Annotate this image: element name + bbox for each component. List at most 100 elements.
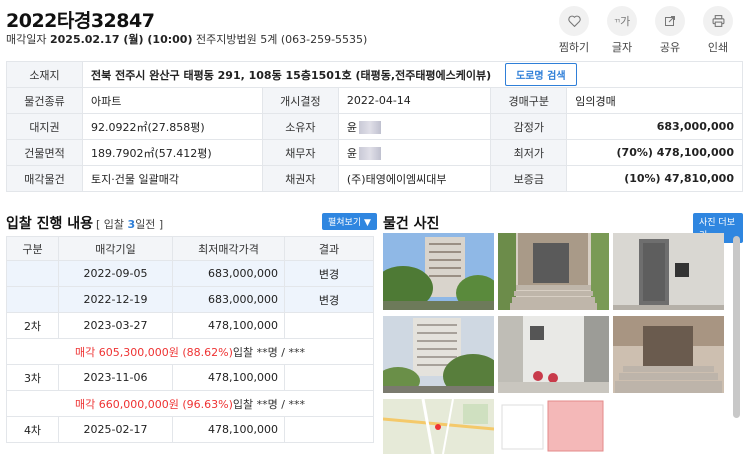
- info-value: 2022-04-14: [337, 87, 492, 114]
- print-label: 인쇄: [707, 41, 729, 54]
- sale-result-row: 매각 605,300,000원 (88.62%)입찰 **명 / ***: [6, 338, 374, 365]
- result-cell: [284, 312, 374, 339]
- info-value: (주)태영에이엠씨대부: [337, 165, 492, 192]
- column-header: 최저매각가격: [172, 236, 285, 261]
- result-cell: 변경: [284, 260, 374, 287]
- info-row: 매각물건 토지·건물 일괄매각 채권자 (주)태영에이엠씨대부 보증금 (10%…: [6, 165, 743, 192]
- sale-price: 매각 660,000,000원 (96.63%): [75, 397, 233, 411]
- map-thumbnail[interactable]: [383, 399, 494, 454]
- date-cell: 2023-03-27: [58, 312, 173, 339]
- font-size-label: 글자: [611, 41, 633, 54]
- redacted-name: [359, 121, 381, 134]
- debtor-cell: 윤: [337, 139, 492, 166]
- photo-thumbnail[interactable]: [383, 233, 494, 310]
- location-value: 전북 전주시 완산구 태평동 291, 108동 15층1501호 (태평동,전…: [91, 69, 492, 82]
- minimum-price-value: (70%) 478,100,000: [566, 139, 743, 166]
- printer-icon: [703, 6, 733, 36]
- photo-scrollbar[interactable]: [733, 236, 740, 418]
- favorite-label: 찜하기: [558, 41, 590, 54]
- round-cell: [6, 260, 59, 287]
- sale-result: 매각 605,300,000원 (88.62%)입찰 **명 / ***: [6, 338, 374, 365]
- share-icon: [655, 6, 685, 36]
- result-cell: [284, 364, 374, 391]
- info-header: 채무자: [261, 139, 339, 166]
- photo-thumbnail[interactable]: [383, 316, 494, 393]
- sale-date: 2025.02.17 (월) (10:00): [49, 33, 193, 46]
- info-header: 감정가: [490, 113, 568, 140]
- owner-name: 윤: [346, 120, 357, 134]
- price-cell: 683,000,000: [172, 260, 285, 287]
- location-row: 소재지 전북 전주시 완산구 태평동 291, 108동 15층1501호 (태…: [6, 61, 743, 88]
- info-value: 토지·건물 일괄매각: [82, 165, 263, 192]
- round-cell: 3차: [6, 364, 59, 391]
- appraisal-value: 683,000,000: [566, 113, 743, 140]
- price-cell: 478,100,000: [172, 312, 285, 339]
- bid-history-table: 구분 매각기일 최저매각가격 결과 2022-09-05 683,000,000 변…: [6, 236, 374, 443]
- bid-section-title: 입찰 진행 내용: [6, 216, 94, 232]
- info-value: 92.0922㎡(27.858평): [82, 113, 263, 140]
- price-cell: 478,100,000: [172, 416, 285, 443]
- owner-cell: 윤: [337, 113, 492, 140]
- bid-header-row: 구분 매각기일 최저매각가격 결과: [6, 236, 374, 261]
- photo-thumbnail[interactable]: [613, 233, 724, 310]
- round-cell: [6, 286, 59, 313]
- heart-icon: [559, 6, 589, 36]
- font-size-button[interactable]: ㄲ가 글자: [605, 6, 639, 55]
- photo-thumbnail[interactable]: [613, 316, 724, 393]
- bid-days-note: [ 입찰 3일전 ]: [96, 218, 164, 231]
- bidder-info: 입찰 **명 / ***: [232, 397, 305, 411]
- font-size-icon: ㄲ가: [607, 6, 637, 36]
- round-cell: 4차: [6, 416, 59, 443]
- info-header: 매각물건: [6, 165, 83, 192]
- court-info: 전주지방법원 5계 (063-259-5535): [195, 33, 368, 46]
- date-cell: 2022-12-19: [58, 286, 173, 313]
- expand-button[interactable]: 펼쳐보기 ▼: [322, 213, 377, 230]
- column-header: 결과: [284, 236, 374, 261]
- action-bar: 찜하기 ㄲ가 글자 공유 인쇄: [557, 6, 735, 55]
- photo-thumbnail[interactable]: [498, 316, 609, 393]
- photo-thumbnail[interactable]: [498, 233, 609, 310]
- sale-info-line: 매각일자 2025.02.17 (월) (10:00) 전주지방법원 5계 (0…: [6, 31, 367, 47]
- info-value: 189.7902㎡(57.412평): [82, 139, 263, 166]
- info-row: 건물면적 189.7902㎡(57.412평) 채무자 윤 최저가 (70%) …: [6, 139, 743, 166]
- bid-row: 2022-12-19 683,000,000 변경: [6, 286, 374, 313]
- info-header: 대지권: [6, 113, 83, 140]
- photo-section-title: 물건 사진: [383, 216, 440, 232]
- info-header: 보증금: [490, 165, 568, 192]
- bid-row: 2022-09-05 683,000,000 변경: [6, 260, 374, 287]
- info-row: 물건종류 아파트 개시결정 2022-04-14 경매구분 임의경매: [6, 87, 743, 114]
- share-label: 공유: [659, 41, 681, 54]
- property-info-table: 소재지 전북 전주시 완산구 태평동 291, 108동 15층1501호 (태…: [6, 61, 743, 192]
- price-cell: 478,100,000: [172, 364, 285, 391]
- bid-row: 4차 2025-02-17 478,100,000: [6, 416, 374, 443]
- price-cell: 683,000,000: [172, 286, 285, 313]
- result-cell: 변경: [284, 286, 374, 313]
- bid-row: 2차 2023-03-27 478,100,000: [6, 312, 374, 339]
- bid-table-body: 2022-09-05 683,000,000 변경 2022-12-19 683,000…: [6, 260, 374, 443]
- favorite-button[interactable]: 찜하기: [557, 6, 591, 55]
- location-header: 소재지: [6, 61, 83, 88]
- road-name-search-button[interactable]: 도로명 검색: [505, 63, 577, 86]
- column-header: 구분: [6, 236, 59, 261]
- floorplan-thumbnail[interactable]: [498, 399, 609, 454]
- redacted-name: [359, 147, 381, 160]
- info-header: 최저가: [490, 139, 568, 166]
- sale-result-row: 매각 660,000,000원 (96.63%)입찰 **명 / ***: [6, 390, 374, 417]
- sale-result: 매각 660,000,000원 (96.63%)입찰 **명 / ***: [6, 390, 374, 417]
- bid-row: 3차 2023-11-06 478,100,000: [6, 364, 374, 391]
- info-header: 물건종류: [6, 87, 83, 114]
- info-row: 대지권 92.0922㎡(27.858평) 소유자 윤 감정가 683,000,…: [6, 113, 743, 140]
- photo-gallery: [382, 232, 726, 454]
- share-button[interactable]: 공유: [653, 6, 687, 55]
- date-cell: 2025-02-17: [58, 416, 173, 443]
- date-cell: 2022-09-05: [58, 260, 173, 287]
- info-value: 임의경매: [566, 87, 743, 114]
- info-header: 개시결정: [261, 87, 339, 114]
- sale-price: 매각 605,300,000원 (88.62%): [75, 345, 233, 359]
- result-cell: [284, 416, 374, 443]
- column-header: 매각기일: [58, 236, 173, 261]
- print-button[interactable]: 인쇄: [701, 6, 735, 55]
- info-value: 아파트: [82, 87, 263, 114]
- debtor-name: 윤: [346, 146, 357, 160]
- info-header: 채권자: [261, 165, 339, 192]
